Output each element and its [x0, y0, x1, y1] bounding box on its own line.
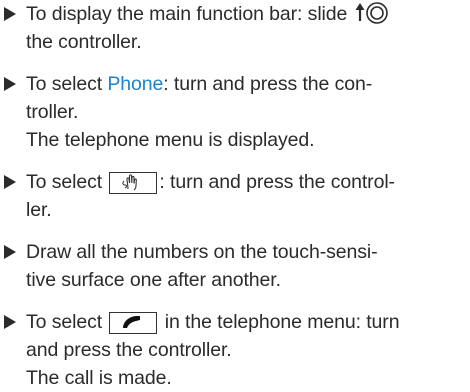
- step-3-suffix: : turn and press the control-: [159, 171, 395, 193]
- phone-handset-icon: [109, 312, 158, 334]
- bullet-arrow-icon: [4, 0, 20, 28]
- step-2-result: The telephone menu is displayed.: [26, 129, 315, 151]
- step-5-suffix: in the telephone menu: turn: [164, 311, 400, 333]
- step-make-call: To select in the telephone menu: turn an…: [4, 308, 466, 392]
- step-3-line-2: ler.: [26, 199, 52, 221]
- step-2-prefix: To select: [26, 73, 108, 95]
- step-select-phone: To select Phone: turn and press the con-…: [4, 70, 466, 154]
- step-select-handwriting: To select : turn and press the control- …: [4, 168, 466, 224]
- bullet-arrow-icon: [4, 308, 20, 336]
- phone-menu-label: Phone: [107, 73, 164, 95]
- step-2-suffix: : turn and press the con-: [163, 73, 373, 95]
- step-3-prefix: To select: [26, 171, 103, 193]
- step-1-line-1: To display the main function bar: slide: [26, 3, 348, 25]
- step-5-result: The call is made.: [26, 367, 172, 389]
- step-draw-numbers: Draw all the numbers on the touch-sensi-…: [4, 238, 466, 294]
- instruction-page: To display the main function bar: slide …: [0, 0, 470, 389]
- step-1-line-2: the controller.: [26, 31, 142, 53]
- bullet-arrow-icon: [4, 70, 20, 98]
- controller-slide-up-icon: [355, 1, 389, 33]
- step-5-line-2: and press the controller.: [26, 339, 232, 361]
- step-2-line-2: troller.: [26, 101, 79, 123]
- step-4-line-2: tive surface one after another.: [26, 269, 281, 291]
- bullet-arrow-icon: [4, 168, 20, 196]
- step-5-prefix: To select: [26, 311, 103, 333]
- handwriting-icon: [109, 172, 158, 194]
- step-4-line-1: Draw all the numbers on the touch-sensi-: [26, 241, 378, 263]
- step-display-function-bar: To display the main function bar: slide …: [4, 0, 466, 56]
- bullet-arrow-icon: [4, 238, 20, 266]
